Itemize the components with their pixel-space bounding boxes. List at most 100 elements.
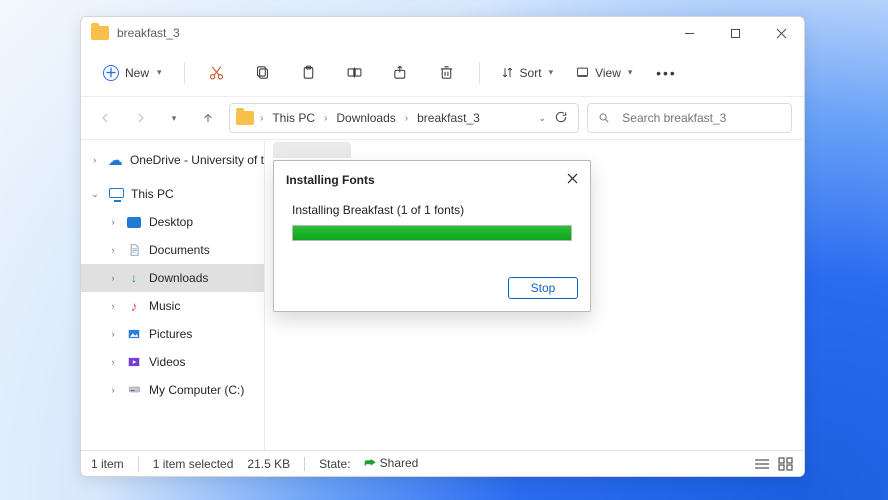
rename-button[interactable]	[335, 56, 375, 90]
sidebar-item-documents[interactable]: › Documents	[81, 236, 264, 264]
chevron-right-icon: ›	[405, 113, 408, 124]
delete-button[interactable]	[427, 56, 467, 90]
search-input[interactable]	[620, 110, 781, 126]
status-state-label: State:	[319, 457, 350, 471]
address-bar[interactable]: › This PC › Downloads › breakfast_3 ⌄	[229, 103, 579, 133]
window-title: breakfast_3	[117, 26, 180, 40]
sidebar-item-label: Desktop	[149, 215, 193, 229]
body-area: › ☁ OneDrive - University of t ⌄ This PC…	[81, 139, 804, 450]
search-box[interactable]	[587, 103, 792, 133]
sidebar-item-label: OneDrive - University of t	[130, 153, 264, 167]
chevron-right-icon: ›	[107, 357, 119, 367]
new-button[interactable]: ＋ New ▾	[93, 58, 172, 88]
stop-button[interactable]: Stop	[508, 277, 578, 299]
chevron-right-icon: ›	[107, 217, 119, 227]
status-selected: 1 item selected	[153, 457, 234, 471]
sidebar-item-pictures[interactable]: › Pictures	[81, 320, 264, 348]
close-button[interactable]	[758, 17, 804, 49]
address-row: ▾ › This PC › Downloads › breakfast_3 ⌄	[81, 97, 804, 139]
sidebar-item-downloads[interactable]: › ↓ Downloads	[81, 264, 264, 292]
divider	[479, 62, 480, 84]
installing-fonts-dialog: Installing Fonts Installing Breakfast (1…	[273, 160, 591, 312]
status-item-count: 1 item	[91, 457, 124, 471]
divider	[304, 457, 305, 471]
sidebar-item-onedrive[interactable]: › ☁ OneDrive - University of t	[81, 146, 264, 174]
up-button[interactable]	[195, 103, 221, 133]
divider	[138, 457, 139, 471]
titlebar: breakfast_3	[81, 17, 804, 49]
plus-icon: ＋	[103, 65, 119, 81]
forward-button[interactable]	[127, 103, 153, 133]
view-button-label: View	[595, 66, 621, 80]
desktop-icon	[125, 217, 143, 228]
divider	[184, 62, 185, 84]
dialog-titlebar: Installing Fonts	[286, 171, 578, 189]
sidebar-item-label: Pictures	[149, 327, 192, 341]
window-controls	[666, 17, 804, 49]
sidebar-item-videos[interactable]: › Videos	[81, 348, 264, 376]
paste-button[interactable]	[289, 56, 329, 90]
chevron-right-icon: ›	[89, 155, 101, 165]
copy-button[interactable]	[243, 56, 283, 90]
view-button[interactable]: View ▾	[567, 56, 640, 90]
sidebar-item-desktop[interactable]: › Desktop	[81, 208, 264, 236]
folder-icon	[91, 26, 109, 40]
chevron-right-icon: ›	[107, 301, 119, 311]
pictures-icon	[125, 327, 143, 341]
minimize-button[interactable]	[666, 17, 712, 49]
toolbar: ＋ New ▾ Sort ▾ View	[81, 49, 804, 97]
chevron-right-icon: ›	[260, 113, 263, 124]
chevron-right-icon: ›	[107, 329, 119, 339]
file-explorer-window: breakfast_3 ＋ New ▾	[80, 16, 805, 477]
status-state-value: ⮫Shared	[364, 456, 418, 471]
chevron-right-icon: ›	[107, 273, 119, 283]
cloud-icon: ☁	[107, 151, 124, 169]
chevron-right-icon: ›	[107, 385, 119, 395]
chevron-down-icon: ⌄	[89, 189, 101, 200]
navigation-pane: › ☁ OneDrive - University of t ⌄ This PC…	[81, 140, 265, 450]
sidebar-item-music[interactable]: › ♪ Music	[81, 292, 264, 320]
sidebar-item-label: My Computer (C:)	[149, 383, 244, 397]
cut-button[interactable]	[197, 56, 237, 90]
drive-icon	[125, 384, 143, 396]
sidebar-item-label: This PC	[131, 187, 174, 201]
chevron-down-icon[interactable]: ⌄	[538, 113, 546, 124]
music-icon: ♪	[125, 298, 143, 314]
share-icon: ⮫	[364, 456, 375, 470]
sidebar-item-label: Downloads	[149, 271, 208, 285]
sidebar-item-label: Documents	[149, 243, 210, 257]
sort-button[interactable]: Sort ▾	[492, 56, 562, 90]
new-button-label: New	[125, 66, 149, 80]
content-pane: Installing Fonts Installing Breakfast (1…	[265, 140, 804, 450]
chevron-down-icon: ▾	[628, 67, 633, 78]
sidebar-item-label: Music	[149, 299, 180, 313]
share-button[interactable]	[381, 56, 421, 90]
status-size: 21.5 KB	[247, 457, 290, 471]
sidebar-item-label: Videos	[149, 355, 185, 369]
file-item-background	[273, 142, 351, 158]
dialog-close-button[interactable]	[567, 173, 578, 187]
videos-icon	[125, 355, 143, 369]
document-icon	[125, 243, 143, 257]
refresh-button[interactable]	[554, 110, 568, 127]
pc-icon	[107, 190, 125, 198]
search-icon	[598, 111, 610, 125]
details-view-button[interactable]	[754, 457, 770, 471]
folder-icon	[236, 111, 254, 125]
dialog-title: Installing Fonts	[286, 173, 375, 187]
maximize-button[interactable]	[712, 17, 758, 49]
more-button[interactable]: •••	[646, 56, 686, 90]
download-icon: ↓	[125, 271, 143, 285]
chevron-right-icon: ›	[324, 113, 327, 124]
breadcrumb: Downloads	[333, 104, 398, 132]
progress-bar	[292, 225, 572, 241]
sidebar-item-drive-c[interactable]: › My Computer (C:)	[81, 376, 264, 404]
recent-dropdown[interactable]: ▾	[161, 103, 187, 133]
sort-button-label: Sort	[520, 66, 542, 80]
sidebar-item-thispc[interactable]: ⌄ This PC	[81, 180, 264, 208]
status-bar: 1 item 1 item selected 21.5 KB State: ⮫S…	[81, 450, 804, 476]
thumbnails-view-button[interactable]	[778, 457, 794, 471]
breadcrumb: This PC	[269, 104, 318, 132]
chevron-down-icon: ▾	[157, 67, 162, 78]
back-button[interactable]	[93, 103, 119, 133]
